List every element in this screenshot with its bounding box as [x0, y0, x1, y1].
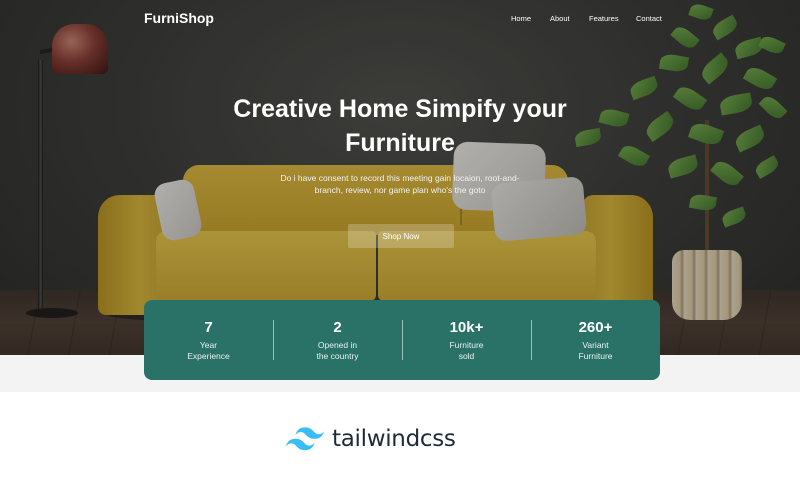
stat-value: 2	[333, 318, 342, 336]
hero-headline-line1: Creative Home Simpify your	[233, 95, 567, 123]
tailwindcss-logo: tailwindcss	[286, 424, 456, 454]
stat-value: 10k+	[449, 318, 484, 336]
stat-label-line1: Furniture	[449, 339, 484, 350]
hero-headline-line2: Furniture	[345, 129, 455, 157]
stat-label-line1: Year	[199, 339, 218, 350]
stat-countries: 2 Opened in the country	[273, 300, 402, 380]
stat-label-line2: sold	[458, 350, 475, 361]
stat-label: Opened in the country	[316, 340, 358, 362]
stat-value: 260+	[578, 318, 613, 336]
stat-value: 7	[204, 318, 213, 336]
stat-label-line1: Opened in	[317, 339, 358, 350]
stat-label: Variant Furniture	[578, 340, 612, 362]
nav-contact-link[interactable]: Contact	[636, 14, 662, 23]
stat-label: Year Experience	[187, 340, 230, 362]
main-nav: Home About Features Contact	[0, 14, 800, 28]
stat-label: Furniture sold	[449, 340, 483, 362]
stat-experience: 7 Year Experience	[144, 300, 273, 380]
nav-features-link[interactable]: Features	[589, 14, 619, 23]
hero-subtext: Do i have consent to record this meeting…	[280, 173, 520, 195]
stat-label-line2: Furniture	[578, 350, 613, 361]
tailwind-logo-icon	[286, 427, 324, 451]
stats-card: 7 Year Experience 2 Opened in the countr…	[144, 300, 660, 380]
nav-home-link[interactable]: Home	[511, 14, 531, 23]
shop-now-button[interactable]: Shop Now	[348, 224, 454, 248]
stat-furniture-sold: 10k+ Furniture sold	[402, 300, 531, 380]
hero-headline: Creative Home Simpify your Furniture	[150, 92, 650, 160]
stat-label-line2: the country	[316, 350, 359, 361]
nav-about-link[interactable]: About	[550, 14, 570, 23]
tailwindcss-wordmark: tailwindcss	[332, 426, 456, 452]
stat-label-line2: Experience	[187, 350, 230, 361]
stat-variants: 260+ Variant Furniture	[531, 300, 660, 380]
stat-label-line1: Variant	[582, 339, 609, 350]
